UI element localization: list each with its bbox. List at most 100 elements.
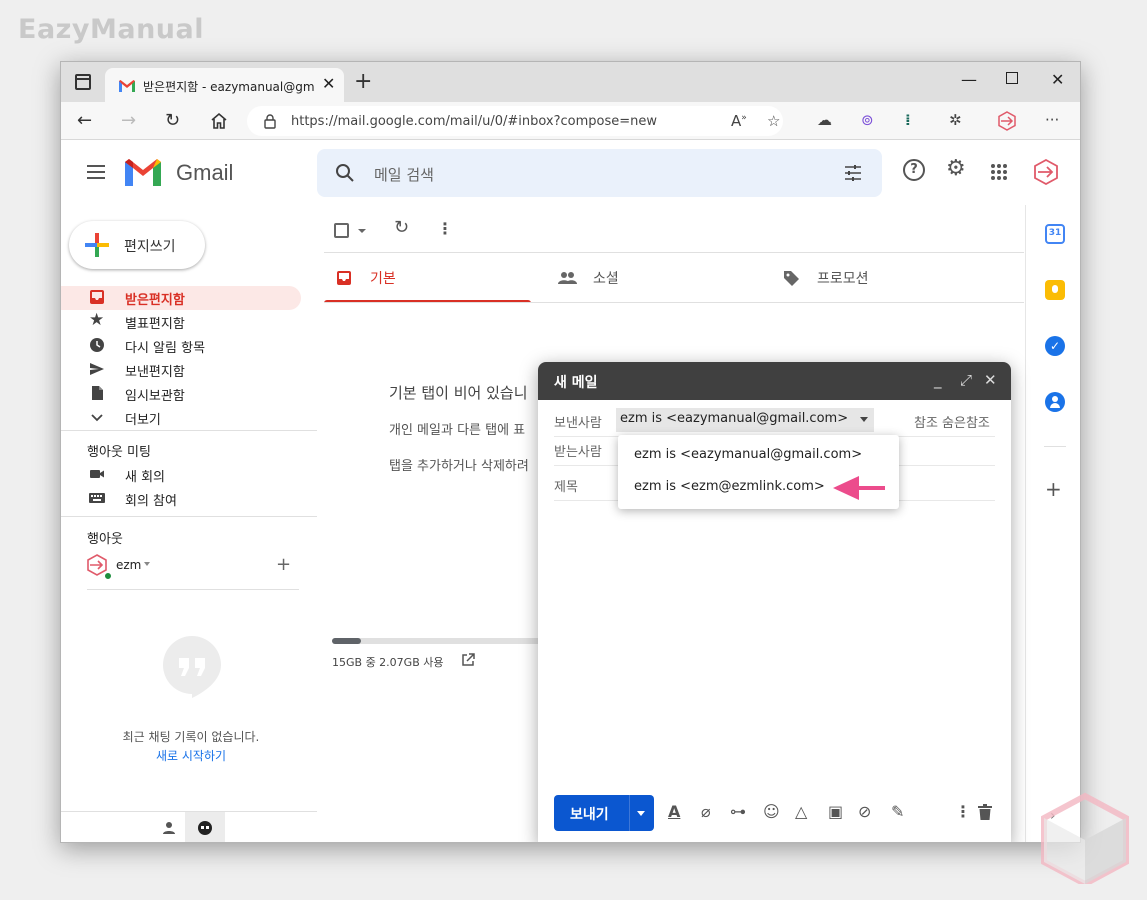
send-options-chevron-icon[interactable] xyxy=(637,811,645,816)
apps-grid-icon[interactable] xyxy=(990,163,1008,181)
refresh-icon[interactable]: ↻ xyxy=(165,110,180,131)
chat-bubble-icon xyxy=(198,821,212,835)
url-field[interactable]: https://mail.google.com/mail/u/0/#inbox?… xyxy=(247,106,783,136)
discard-draft-icon[interactable] xyxy=(978,804,992,820)
browser-tab[interactable]: 받은편지함 - eazymanual@gmail.com ✕ xyxy=(105,68,344,102)
extension-bars-icon[interactable]: ⁞ xyxy=(905,111,911,129)
sidebar-item-snoozed[interactable]: 다시 알림 항목 xyxy=(61,334,301,358)
empty-tab-line-2: 탭을 추가하거나 삭제하려 xyxy=(389,459,529,474)
close-compose-icon[interactable]: ✕ xyxy=(984,371,997,389)
tab-primary[interactable]: 기본 xyxy=(324,253,531,303)
video-icon xyxy=(90,470,104,478)
window-close-icon[interactable]: ✕ xyxy=(1051,70,1064,89)
watermark-cube-logo xyxy=(1041,792,1129,884)
google-drive-icon[interactable]: △ xyxy=(795,802,807,821)
extensions-puzzle-icon[interactable]: ✲ xyxy=(949,111,962,129)
empty-tab-title: 기본 탭이 비어 있습니 xyxy=(389,384,528,402)
file-icon xyxy=(92,386,103,400)
open-external-icon[interactable] xyxy=(461,653,475,667)
sidebar-item-label: 보낸편지함 xyxy=(125,365,185,380)
more-vert-icon[interactable]: ⋮ xyxy=(437,219,453,238)
from-option[interactable]: ezm is <ezm@ezmlink.com> xyxy=(634,479,825,494)
meet-new-meeting[interactable]: 새 회의 xyxy=(61,463,301,487)
cloud-icon[interactable]: ☁ xyxy=(817,111,832,129)
tab-actions-icon[interactable] xyxy=(75,74,91,90)
refresh-icon[interactable]: ↻ xyxy=(394,217,409,238)
compose-button[interactable]: 편지쓰기 xyxy=(69,221,205,269)
confidential-mode-icon[interactable]: ⊘ xyxy=(858,802,871,821)
online-status-icon xyxy=(103,571,113,581)
sidebar-item-sent[interactable]: 보낸편지함 xyxy=(61,358,301,382)
gmail-header: Gmail 메일 검색 ? ⚙ xyxy=(61,141,1080,205)
sidebar-item-starred[interactable]: ★ 별표편지함 xyxy=(61,310,301,334)
new-tab-icon[interactable]: + xyxy=(354,69,372,94)
maximize-icon[interactable] xyxy=(1006,72,1018,84)
gmail-favicon-icon xyxy=(119,80,135,92)
minimize-icon[interactable]: — xyxy=(961,70,977,89)
insert-signature-icon[interactable]: ✎ xyxy=(891,802,904,821)
extension-link-icon[interactable]: ⊚ xyxy=(861,111,874,129)
divider xyxy=(87,589,299,590)
address-bar: ← → ↻ https://mail.google.com/mail/u/0/#… xyxy=(61,102,1080,140)
meet-section-title: 행아웃 미팅 xyxy=(87,445,151,460)
select-dropdown-icon[interactable] xyxy=(358,229,366,233)
people-icon xyxy=(558,272,577,284)
contacts-person-icon[interactable] xyxy=(162,821,176,835)
search-options-icon[interactable] xyxy=(843,163,863,183)
more-menu-icon[interactable]: ··· xyxy=(1045,111,1059,129)
keep-icon[interactable] xyxy=(1045,280,1065,300)
favorite-add-icon[interactable]: ☆ xyxy=(767,112,780,130)
account-avatar-icon[interactable] xyxy=(1033,159,1059,185)
contacts-icon[interactable] xyxy=(1045,392,1065,412)
sidebar-item-inbox[interactable]: 받은편지함 xyxy=(61,286,301,310)
sidebar-item-drafts[interactable]: 임시보관함 xyxy=(61,382,301,406)
search-input[interactable]: 메일 검색 xyxy=(317,149,882,197)
insert-emoji-icon[interactable]: ☺ xyxy=(763,802,780,821)
tab-close-icon[interactable]: ✕ xyxy=(322,74,335,93)
meet-join-meeting[interactable]: 회의 참여 xyxy=(61,487,301,511)
hangouts-tab[interactable] xyxy=(185,812,225,842)
sidebar-item-more[interactable]: 더보기 xyxy=(61,406,301,430)
more-options-icon[interactable]: ⋮ xyxy=(955,802,971,821)
fullscreen-compose-icon[interactable]: ⤢ xyxy=(960,371,972,389)
send-label: 보내기 xyxy=(570,807,609,823)
get-addons-icon[interactable]: + xyxy=(1045,477,1062,501)
settings-gear-icon[interactable]: ⚙ xyxy=(946,156,966,181)
main-menu-icon[interactable] xyxy=(87,165,105,179)
insert-link-icon[interactable]: ⊶ xyxy=(730,802,746,821)
start-new-chat-link[interactable]: 새로 시작하기 xyxy=(61,747,321,764)
formatting-options-icon[interactable]: A xyxy=(668,802,680,821)
to-label: 받는사람 xyxy=(554,445,602,460)
star-icon: ★ xyxy=(89,310,105,330)
inbox-icon xyxy=(337,271,351,285)
home-icon[interactable] xyxy=(210,112,228,130)
clock-icon xyxy=(90,338,104,352)
attach-file-icon[interactable]: ⌀ xyxy=(701,802,711,821)
user-status-caret-icon[interactable] xyxy=(144,562,150,566)
back-icon[interactable]: ← xyxy=(77,110,92,131)
sidebar-item-label: 더보기 xyxy=(125,413,161,428)
insert-photo-icon[interactable]: ▣ xyxy=(828,802,843,821)
send-split-divider xyxy=(629,795,630,831)
gmail-logo-icon[interactable] xyxy=(125,158,161,186)
profile-logo-icon[interactable] xyxy=(997,111,1017,131)
from-select[interactable]: ezm is <eazymanual@gmail.com> xyxy=(616,408,875,432)
hangouts-user-name[interactable]: ezm xyxy=(116,558,141,572)
read-aloud-icon[interactable]: A» xyxy=(731,112,747,130)
new-conversation-icon[interactable]: + xyxy=(276,554,291,575)
help-icon[interactable]: ? xyxy=(903,159,925,181)
calendar-icon[interactable]: 31 xyxy=(1045,224,1065,244)
storage-fill xyxy=(332,638,361,644)
tab-social[interactable]: 소셜 xyxy=(557,253,764,303)
compose-footer: 보내기 A ⌀ ⊶ ☺ △ ▣ ⊘ ✎ ⋮ xyxy=(538,791,1011,842)
from-option[interactable]: ezm is <eazymanual@gmail.com> xyxy=(634,447,862,462)
forward-icon[interactable]: → xyxy=(121,110,136,131)
tab-promotions[interactable]: 프로모션 xyxy=(783,253,1013,303)
tasks-icon[interactable]: ✓ xyxy=(1045,336,1065,356)
search-icon[interactable] xyxy=(335,163,355,183)
minimize-compose-icon[interactable]: _ xyxy=(934,371,942,389)
search-placeholder: 메일 검색 xyxy=(374,166,434,184)
cc-bcc-links[interactable]: 참조 숨은참조 xyxy=(914,412,990,431)
send-button[interactable]: 보내기 xyxy=(554,795,654,831)
select-all-checkbox[interactable] xyxy=(334,223,349,238)
